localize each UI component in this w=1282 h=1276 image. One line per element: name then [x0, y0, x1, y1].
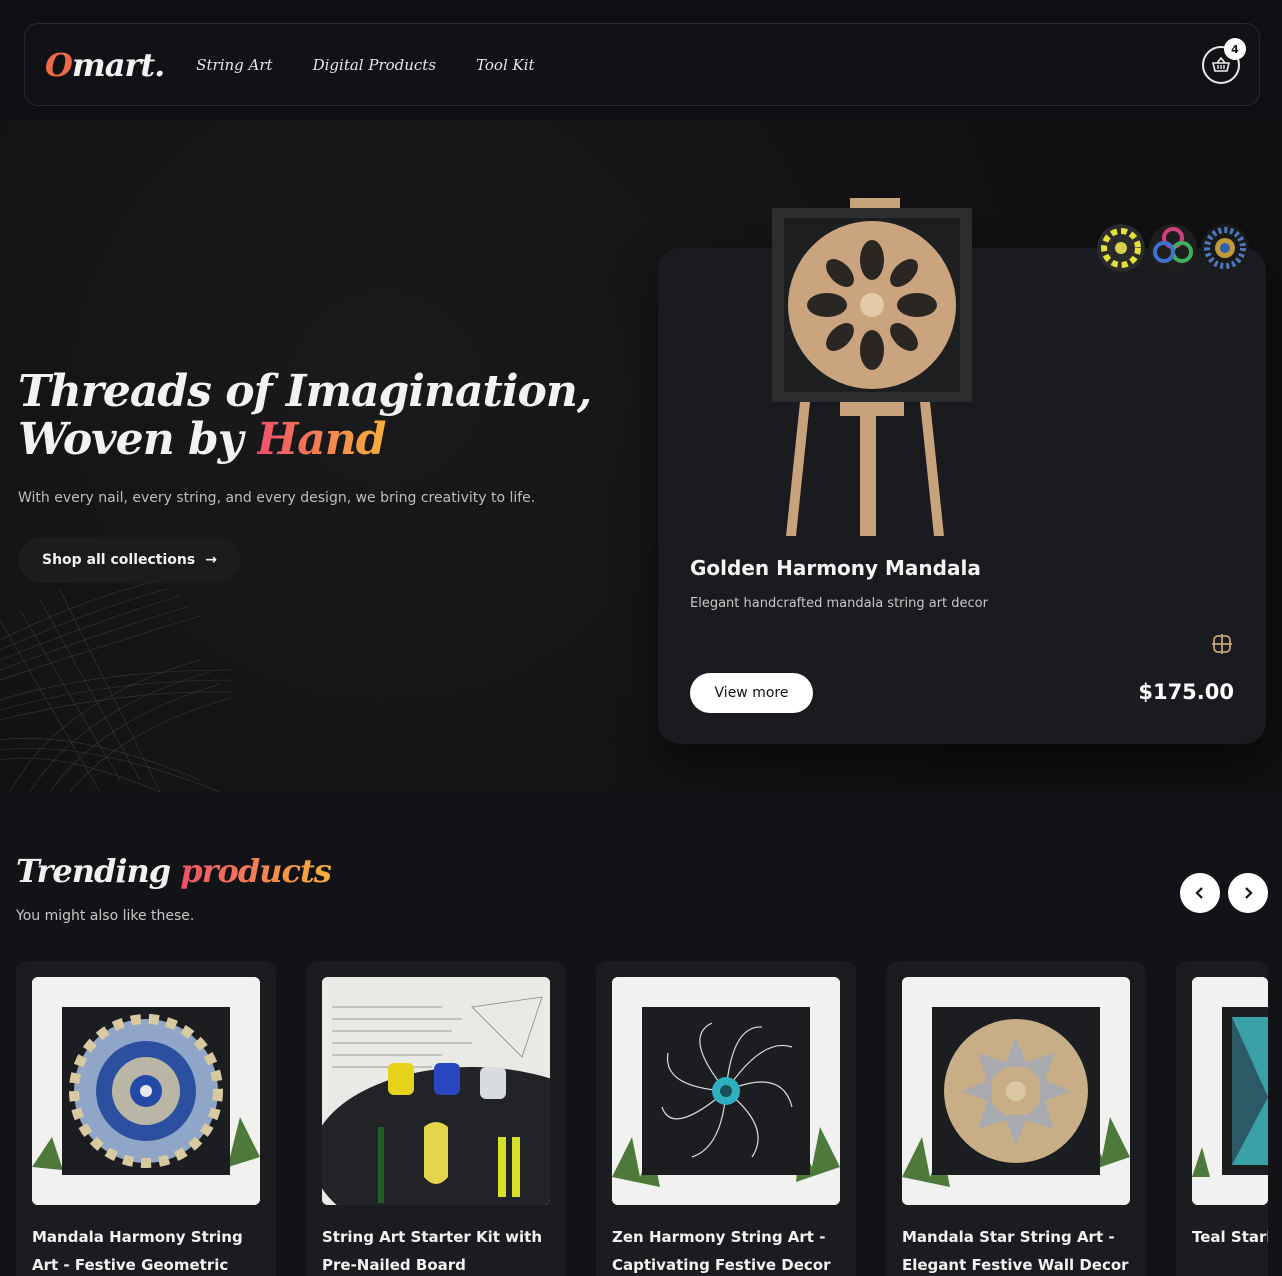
nav-links: String Art Digital Products Tool Kit: [196, 56, 534, 74]
cart-button[interactable]: 4: [1202, 38, 1246, 84]
hero-title-line-2: Woven by Hand: [18, 416, 618, 464]
hero-subtitle: With every nail, every string, and every…: [18, 490, 536, 506]
hero-title-prefix: Woven by: [18, 414, 257, 465]
variant-thumb-blue[interactable]: [1201, 224, 1249, 272]
basket-icon: [1212, 57, 1230, 72]
featured-product-image[interactable]: [770, 198, 980, 538]
product-card[interactable]: String Art Starter Kit with Pre-Nailed B…: [306, 961, 566, 1276]
product-card[interactable]: Mandala Star String Art - Elegant Festiv…: [886, 961, 1146, 1276]
variant-thumbnails: [1097, 224, 1249, 272]
trending-title: Trending products: [16, 852, 332, 890]
hero-title-line-1: Threads of Imagination,: [18, 366, 592, 417]
trending-subtitle: You might also like these.: [16, 908, 195, 924]
page: Omart. String Art Digital Products Tool …: [0, 0, 1282, 1276]
product-title[interactable]: Mandala Star String Art - Elegant Festiv…: [902, 1223, 1138, 1276]
product-image[interactable]: [612, 977, 840, 1205]
product-title[interactable]: Teal Starburst String Art: [1192, 1223, 1268, 1251]
carousel-next-button[interactable]: [1228, 873, 1268, 913]
view-more-button[interactable]: View more: [690, 673, 813, 713]
logo-text: mart.: [71, 45, 165, 84]
string-mesh-decoration: [0, 580, 231, 792]
knot-icon: [1212, 634, 1232, 654]
featured-product-description: Elegant handcrafted mandala string art d…: [690, 596, 988, 611]
nav-link-tool-kit[interactable]: Tool Kit: [476, 56, 535, 74]
nav-link-digital-products[interactable]: Digital Products: [313, 56, 436, 74]
product-image[interactable]: [322, 977, 550, 1205]
chevron-right-icon: [1245, 887, 1253, 899]
chevron-left-icon: [1195, 887, 1203, 899]
arrow-right-icon: →: [205, 552, 217, 568]
cart-count-badge: 4: [1224, 38, 1246, 60]
trending-title-highlight: products: [180, 852, 331, 890]
product-title[interactable]: Zen Harmony String Art - Captivating Fes…: [612, 1223, 848, 1276]
variant-thumb-multicolor[interactable]: [1149, 224, 1197, 272]
top-navbar: Omart. String Art Digital Products Tool …: [24, 23, 1260, 106]
product-image[interactable]: [32, 977, 260, 1205]
featured-product-price: $175.00: [1138, 680, 1234, 704]
product-card[interactable]: Teal Starburst String Art: [1176, 961, 1268, 1276]
product-card[interactable]: Mandala Harmony String Art - Festive Geo…: [16, 961, 276, 1276]
carousel-prev-button[interactable]: [1180, 873, 1220, 913]
hero-title: Threads of Imagination, Woven by Hand: [18, 368, 618, 464]
product-image[interactable]: [1192, 977, 1268, 1205]
logo-initial: O: [45, 45, 73, 84]
product-title[interactable]: Mandala Harmony String Art - Festive Geo…: [32, 1223, 268, 1276]
logo[interactable]: Omart.: [45, 45, 165, 84]
variant-thumb-gold[interactable]: [1097, 224, 1145, 272]
product-title[interactable]: String Art Starter Kit with Pre-Nailed B…: [322, 1223, 558, 1276]
nav-link-string-art[interactable]: String Art: [196, 56, 272, 74]
product-image[interactable]: [902, 977, 1130, 1205]
shop-button-label: Shop all collections: [42, 552, 196, 568]
product-card[interactable]: Zen Harmony String Art - Captivating Fes…: [596, 961, 856, 1276]
featured-product-name: Golden Harmony Mandala: [690, 556, 981, 580]
shop-all-collections-button[interactable]: Shop all collections →: [18, 537, 241, 583]
hero-title-highlight: Hand: [256, 414, 387, 465]
trending-title-prefix: Trending: [16, 852, 181, 890]
